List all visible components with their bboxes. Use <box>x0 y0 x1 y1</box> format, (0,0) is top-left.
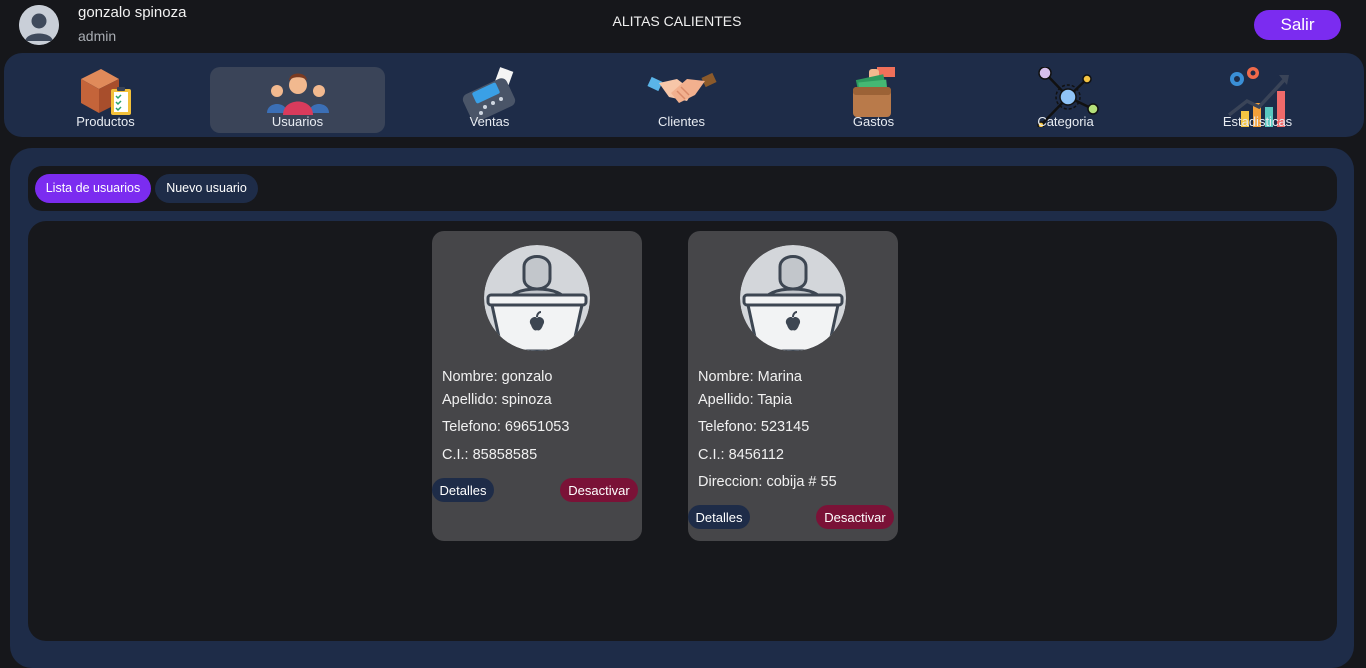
nav-label: Clientes <box>658 114 705 129</box>
user-photo <box>484 245 590 351</box>
main-nav: Productos Usuarios Ventas Clientes Gasto… <box>4 53 1364 137</box>
logout-button[interactable]: Salir <box>1254 10 1341 40</box>
detalles-button[interactable]: Detalles <box>432 478 494 502</box>
user-ci: C.I.: 85858585 <box>442 447 538 463</box>
desactivar-button[interactable]: Desactivar <box>816 505 894 529</box>
user-telefono: Telefono: 523145 <box>698 419 810 435</box>
user-apellido: Apellido: spinoza <box>442 392 552 408</box>
desactivar-button[interactable]: Desactivar <box>560 478 638 502</box>
tab-bar: Lista de usuarios Nuevo usuario <box>28 166 1337 211</box>
app-title: ALITAS CALIENTES <box>612 13 742 29</box>
nav-item-estadisticas[interactable]: Estadisticas <box>1170 67 1345 133</box>
user-apellido: Apellido: Tapia <box>698 392 793 408</box>
user-photo <box>740 245 846 351</box>
user-card: Nombre: gonzalo Apellido: spinoza Telefo… <box>432 231 642 541</box>
nav-label: Ventas <box>469 114 510 129</box>
nav-label: Categoria <box>1037 114 1094 129</box>
nav-label: Estadisticas <box>1222 114 1293 129</box>
nav-item-productos[interactable]: Productos <box>18 67 193 133</box>
detalles-button[interactable]: Detalles <box>688 505 750 529</box>
user-ci: C.I.: 8456112 <box>698 447 784 463</box>
nav-item-ventas[interactable]: Ventas <box>402 67 577 133</box>
user-card: Nombre: Marina Apellido: Tapia Telefono:… <box>688 231 898 541</box>
user-nombre: Nombre: Marina <box>698 369 802 385</box>
nav-item-clientes[interactable]: Clientes <box>594 67 769 133</box>
user-direccion: Direccion: cobija # 55 <box>698 474 837 490</box>
nav-label: Productos <box>76 114 135 129</box>
tab-nuevo-usuario[interactable]: Nuevo usuario <box>155 174 258 203</box>
tab-lista-de-usuarios[interactable]: Lista de usuarios <box>35 174 151 203</box>
user-nombre: Nombre: gonzalo <box>442 369 553 385</box>
user-telefono: Telefono: 69651053 <box>442 419 570 435</box>
main-panel: Lista de usuarios Nuevo usuario Nombre: … <box>10 148 1354 668</box>
user-laptop-icon <box>484 245 590 351</box>
top-header: gonzalo spinoza admin ALITAS CALIENTES S… <box>0 0 1366 52</box>
nav-item-usuarios[interactable]: Usuarios <box>210 67 385 133</box>
nav-label: Gastos <box>852 114 895 129</box>
user-role: admin <box>78 28 117 44</box>
nav-label: Usuarios <box>271 114 324 129</box>
nav-item-categoria[interactable]: Categoria <box>978 67 1153 133</box>
nav-item-gastos[interactable]: Gastos <box>786 67 961 133</box>
user-laptop-icon <box>740 245 846 351</box>
user-list-area: Nombre: gonzalo Apellido: spinoza Telefo… <box>28 221 1337 641</box>
